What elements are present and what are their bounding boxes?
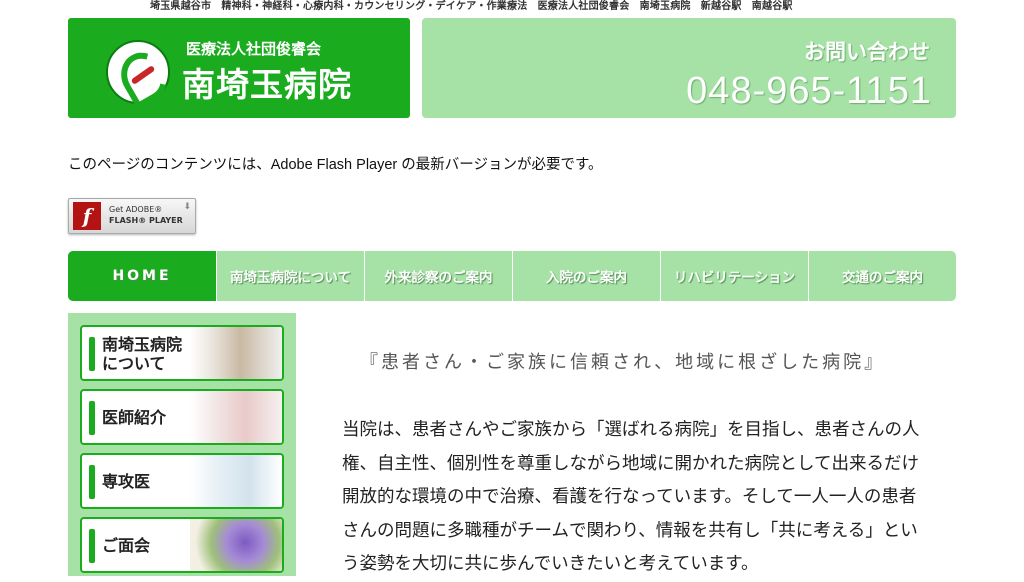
get-flash-player-button[interactable]: f Get ADOBE® FLASH® PLAYER ⬇ — [68, 198, 196, 234]
tagline: 『患者さん・ご家族に信頼され、地域に根ざした病院』 — [360, 352, 886, 373]
nav-about[interactable]: 南埼玉病院について — [216, 251, 364, 301]
header-keywords: 埼玉県越谷市 精神科・神経科・心療内科・カウンセリング・デイケア・作業療法 医療… — [150, 1, 793, 12]
flowers-photo — [190, 519, 282, 571]
nav-home[interactable]: HOME — [68, 251, 216, 301]
nav-outpatient[interactable]: 外来診察のご案内 — [364, 251, 512, 301]
intro-paragraph: 当院は、患者さんやご家族から「選ばれる病院」を目指し、患者さんの人権、自主性、個… — [342, 420, 920, 574]
contact-banner: お問い合わせ 048-965-1151 — [422, 18, 956, 118]
nav-inpatient[interactable]: 入院のご案内 — [512, 251, 660, 301]
flash-required-message: このページのコンテンツには、Adobe Flash Player の最新バージョ… — [68, 157, 603, 173]
contact-phone[interactable]: 048-965-1151 — [686, 70, 932, 113]
contact-label: お問い合わせ — [804, 40, 930, 64]
sidebar-item-label: 医師紹介 — [102, 408, 167, 427]
sidebar-item-doctors[interactable]: 医師紹介 — [80, 389, 284, 445]
hospital-logo-icon — [106, 40, 176, 110]
nav-rehabilitation[interactable]: リハビリテーション — [660, 251, 808, 301]
sidebar-item-label: 専攻医 — [102, 472, 151, 491]
resident-photo — [190, 455, 282, 507]
page: 埼玉県越谷市 精神科・神経科・心療内科・カウンセリング・デイケア・作業療法 医療… — [0, 0, 1024, 576]
flash-badge-line2: FLASH® PLAYER — [109, 216, 183, 225]
sidebar-item-visiting[interactable]: ご面会 — [80, 517, 284, 573]
hospital-logo-link[interactable]: 医療法人社団俊睿会 南埼玉病院 — [68, 18, 410, 118]
doctor-photo — [190, 327, 282, 379]
main-nav: HOME 南埼玉病院について 外来診察のご案内 入院のご案内 リハビリテーション… — [68, 251, 956, 301]
sidebar-item-label: ご面会 — [102, 536, 151, 555]
sidebar-item-label: 南埼玉病院 について — [102, 335, 183, 373]
sidebar-item-residents[interactable]: 専攻医 — [80, 453, 284, 509]
sidebar-item-about[interactable]: 南埼玉病院 について — [80, 325, 284, 381]
flash-icon: f — [73, 202, 101, 230]
flash-badge-line1: Get ADOBE® — [109, 205, 163, 214]
nav-access[interactable]: 交通のご案内 — [808, 251, 956, 301]
staff-photo — [190, 391, 282, 443]
hospital-name: 南埼玉病院 — [182, 65, 352, 104]
org-name: 医療法人社団俊睿会 — [186, 40, 322, 58]
download-arrow-icon: ⬇ — [183, 202, 191, 212]
sidebar: 南埼玉病院 について 医師紹介 専攻医 ご面会 — [68, 313, 296, 576]
